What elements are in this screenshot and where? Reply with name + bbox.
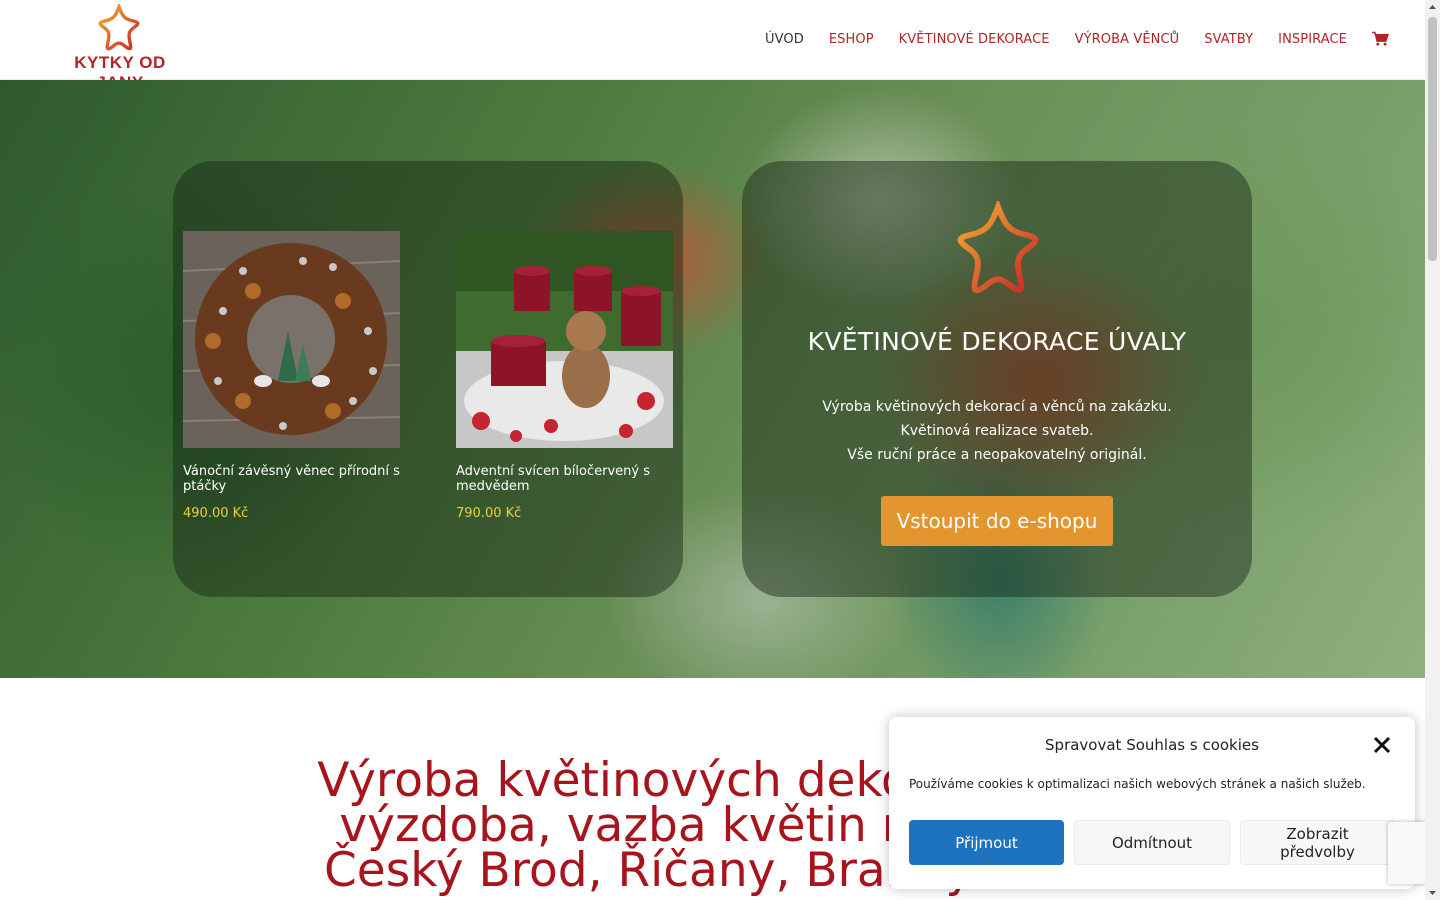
scrollbar-thumb[interactable] [1428,17,1437,261]
nav-item-eshop[interactable]: ESHOP [829,32,874,47]
enter-eshop-button[interactable]: Vstoupit do e-shopu [881,496,1113,546]
main-nav: ÚVOD ESHOP KVĚTINOVÉ DEKORACE VÝROBA VĚN… [740,31,1389,47]
product-name[interactable]: Vánoční závěsný věnec přírodní s ptáčky [183,464,400,494]
product-card[interactable]: Adventní svícen bíločervený s medvědem 7… [456,231,673,521]
hero-line: Květinová realizace svateb. [900,423,1094,439]
accept-cookies-button[interactable]: Přijmout [909,820,1064,865]
cookie-title: Spravovat Souhlas s cookies [1045,736,1259,754]
flower-logo-icon [98,4,140,51]
intro-panel: KVĚTINOVÉ DEKORACE ÚVALY Výroba květinov… [742,161,1252,597]
featured-products-panel: Vánoční závěsný věnec přírodní s ptáčky … [173,161,683,597]
nav-item-vyroba-vencu[interactable]: VÝROBA VĚNCŮ [1075,32,1180,47]
site-logo[interactable]: KYTKY OD JANY [50,4,190,92]
product-card[interactable]: Vánoční závěsný věnec přírodní s ptáčky … [183,231,400,521]
product-image-advent-candles[interactable] [456,231,673,448]
scroll-up-arrow-icon[interactable] [1425,0,1440,15]
flower-logo-icon [957,201,1039,294]
hero-title: KVĚTINOVÉ DEKORACE ÚVALY [807,327,1187,356]
page-scrollbar[interactable] [1425,0,1440,900]
cookie-text: Používáme cookies k optimalizaci našich … [909,777,1366,791]
nav-item-uvod[interactable]: ÚVOD [765,32,804,47]
nav-item-inspirace[interactable]: INSPIRACE [1278,32,1347,47]
cookie-preferences-button[interactable]: Zobrazit předvolby [1240,820,1395,865]
hero-line: Vše ruční práce a neopakovatelný originá… [847,447,1147,463]
close-icon[interactable] [1373,736,1391,754]
product-image-wreath[interactable] [183,231,400,448]
product-price: 490.00 Kč [183,506,249,521]
shopping-cart-icon[interactable] [1371,31,1389,47]
nav-item-kvetinove-dekorace[interactable]: KVĚTINOVÉ DEKORACE [899,32,1050,47]
scroll-down-arrow-icon[interactable] [1425,885,1440,900]
cookie-consent-dialog: Spravovat Souhlas s cookies Používáme co… [889,717,1415,889]
deny-cookies-button[interactable]: Odmítnout [1074,820,1230,865]
product-price: 790.00 Kč [456,506,522,521]
product-name[interactable]: Adventní svícen bíločervený s medvědem [456,464,673,494]
hero-section: Vánoční závěsný věnec přírodní s ptáčky … [0,80,1425,678]
nav-item-svatby[interactable]: SVATBY [1204,32,1253,47]
hero-description: Výroba květinových dekorací a věnců na z… [742,395,1252,467]
hero-line: Výroba květinových dekorací a věnců na z… [822,399,1172,415]
site-header: KYTKY OD JANY ÚVOD ESHOP KVĚTINOVÉ DEKOR… [0,0,1425,92]
